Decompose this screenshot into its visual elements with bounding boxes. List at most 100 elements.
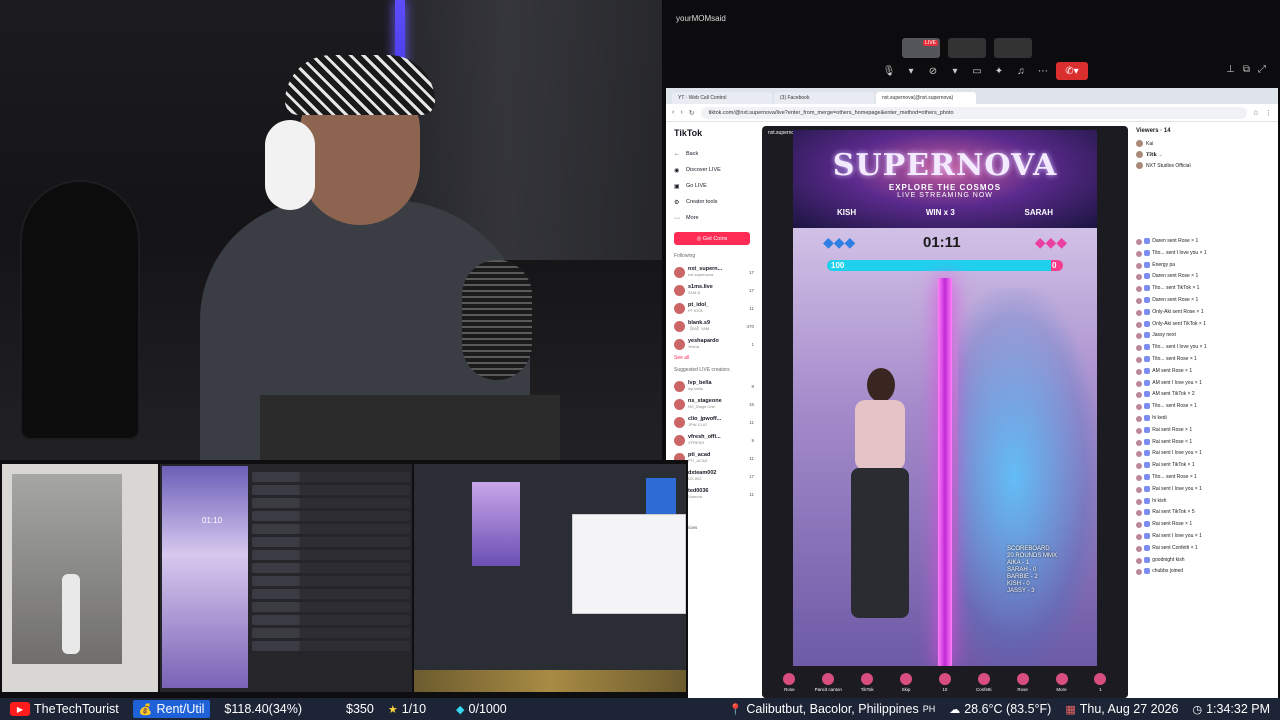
chat-text: AM sent I love you × 1 [1152, 379, 1202, 386]
cloud-icon: ☁ [949, 703, 961, 716]
level-badge [1144, 296, 1151, 303]
avatar [1136, 569, 1142, 576]
gift-item[interactable]: More [1046, 672, 1078, 692]
avatar [1136, 415, 1142, 422]
back-arrow-icon[interactable]: ‹ [672, 109, 674, 116]
chat-preview-line [252, 498, 410, 508]
star-icon[interactable]: ☆ [1253, 109, 1259, 117]
account-handle: NS_Stage One [688, 404, 715, 409]
chat-text: Rai sent TikTok × 1 [1152, 462, 1195, 469]
chat-preview-line [252, 511, 410, 521]
participant-thumb-discord[interactable] [948, 38, 986, 58]
scoreboard-line: KISH - 0 [1007, 581, 1030, 587]
chat-text: Rai sent I love you × 1 [1152, 532, 1202, 539]
chat-message: Rai sent TikTok × 5 [1136, 509, 1274, 521]
banner-title: SUPERNOVA [832, 148, 1058, 183]
participant-thumb-user[interactable] [994, 38, 1032, 58]
dancer-pants [851, 468, 909, 618]
amount: $350 [346, 702, 374, 716]
live-stream-player[interactable]: nxt.supernova SUPERNOVA EXPLORE THE COSM… [762, 126, 1128, 698]
popout-icon[interactable]: ⧉ [1243, 64, 1250, 75]
mic-icon[interactable]: 🎙 [880, 62, 898, 80]
screen-share-icon[interactable]: ▭ [968, 62, 986, 80]
account-row[interactable]: pt_idol_ PT IDOL 11 [674, 299, 754, 317]
nav-creator-tools[interactable]: ⚙ Creator tools [674, 194, 758, 210]
nav-go-live[interactable]: ▣ Go LIVE [674, 178, 758, 194]
chat-text: Tito... sent Rose × 1 [1152, 355, 1197, 362]
chat-messages: Daren sent Rose × 1 Tito... sent I love … [1136, 238, 1274, 580]
gift-item[interactable]: Confetti [968, 672, 1000, 692]
viewer-row[interactable]: Kai [1136, 138, 1272, 149]
avatar [1136, 140, 1143, 147]
tiktok-logo[interactable]: TikTok [674, 128, 758, 138]
youtube-icon: ▶ [10, 702, 30, 716]
get-coins-label: Get Coins [702, 235, 728, 242]
chat-preview-line [252, 589, 410, 599]
level-badge [1144, 532, 1151, 539]
end-call-button[interactable]: ✆▾ [1056, 62, 1088, 80]
nav-label: Discover LIVE [686, 167, 721, 173]
nav-discover-live[interactable]: ◉ Discover LIVE [674, 162, 758, 178]
account-row[interactable]: yeshapardo Yesha 1 [674, 335, 754, 353]
chevron-down-icon[interactable]: ▾ [946, 62, 964, 80]
gift-item[interactable]: TikTok [851, 672, 883, 692]
avatar [1136, 274, 1142, 281]
browser-tab[interactable]: (3) Facebook [774, 92, 874, 104]
avatar [1136, 439, 1142, 446]
more-icon[interactable]: ⋯ [1034, 62, 1052, 80]
browser-tab-active[interactable]: nxt.supernova(@nxt.supernova) [876, 92, 976, 104]
gift-item[interactable]: Skip [890, 672, 922, 692]
url-field[interactable]: tiktok.com/@nxt.supernova/live?enter_fro… [700, 106, 1247, 119]
scoreboard-line: SCOREBOARD [1007, 546, 1050, 552]
viewer-row[interactable]: NXT Studios Official [1136, 160, 1272, 171]
extensions-icon[interactable]: ⋮ [1265, 109, 1272, 117]
account-row[interactable]: lvp_bella lvp.bella 8 [674, 377, 754, 395]
fullscreen-icon[interactable]: ⤢ [1258, 64, 1266, 75]
chevron-down-icon[interactable]: ▾ [902, 62, 920, 80]
activities-icon[interactable]: ✦ [990, 62, 1008, 80]
gift-item[interactable]: 1 [1084, 672, 1116, 692]
camera-off-icon[interactable]: ⊘ [924, 62, 942, 80]
chat-text: chubbs joined [1152, 568, 1184, 575]
gift-item[interactable]: Pancit canton [812, 672, 844, 692]
account-row[interactable]: vfresh_offi... VFRESH 9 [674, 431, 754, 449]
chat-text: Daren sent Rose × 1 [1152, 238, 1199, 244]
reload-icon[interactable]: ↻ [689, 109, 695, 117]
chat-message: Tito... sent I love you × 1 [1136, 344, 1274, 356]
gift-icon [977, 672, 990, 685]
level-badge [1144, 308, 1151, 315]
chat-message: Tito... sent Rose × 1 [1136, 403, 1274, 415]
browser-tab[interactable]: YT · Web Call Control [672, 92, 772, 104]
phone-preview: 01:10 [162, 466, 248, 688]
gift-item[interactable]: 10 [929, 672, 961, 692]
level-badge [1144, 273, 1151, 280]
chat-message: Daren sent Rose × 1 [1136, 238, 1274, 250]
nav-more[interactable]: ⋯ More [674, 210, 758, 226]
get-coins-button[interactable]: ◎ Get Coins [674, 232, 750, 245]
gift-label: Confetti [976, 686, 992, 692]
gift-item[interactable]: Rose [773, 672, 805, 692]
account-row[interactable]: nxt_supern... nxt.supernova 17 [674, 263, 754, 281]
level-badge [1144, 438, 1151, 445]
gift-item[interactable]: Rose [1007, 672, 1039, 692]
viewer-count: 11 [749, 491, 754, 497]
chat-text: Energy pa [1152, 261, 1176, 268]
right-score: 0 [1052, 261, 1057, 270]
account-row[interactable]: clio_jpwoff... JPW-CLIO 11 [674, 413, 754, 431]
see-all-link[interactable]: See all [674, 355, 758, 361]
battle-progress-bar [827, 260, 1063, 271]
account-row[interactable]: ns_stageone NS_Stage One 16 [674, 395, 754, 413]
gaming-chair [20, 180, 140, 440]
soundboard-icon[interactable]: ♫ [1012, 62, 1030, 80]
scoreboard-line: JASSY - 3 [1007, 588, 1035, 594]
account-row[interactable]: blank.s9 【B9】YAM 470 [674, 317, 754, 335]
avatar [1136, 510, 1142, 517]
back-link[interactable]: ← Back [674, 146, 758, 162]
caller-name: yourMOMsaid [676, 14, 726, 23]
forward-arrow-icon[interactable]: › [680, 109, 682, 116]
viewer-row[interactable]: 𝗧𝗶𝘁𝗸 ... [1136, 149, 1272, 160]
participant-thumb-live[interactable]: LIVE [902, 38, 940, 58]
account-row[interactable]: s1ms.live S1M-S 17 [674, 281, 754, 299]
chat-message: Rai sent Rose × 1 [1136, 426, 1274, 439]
pin-icon[interactable]: ⊥ [1226, 64, 1235, 75]
